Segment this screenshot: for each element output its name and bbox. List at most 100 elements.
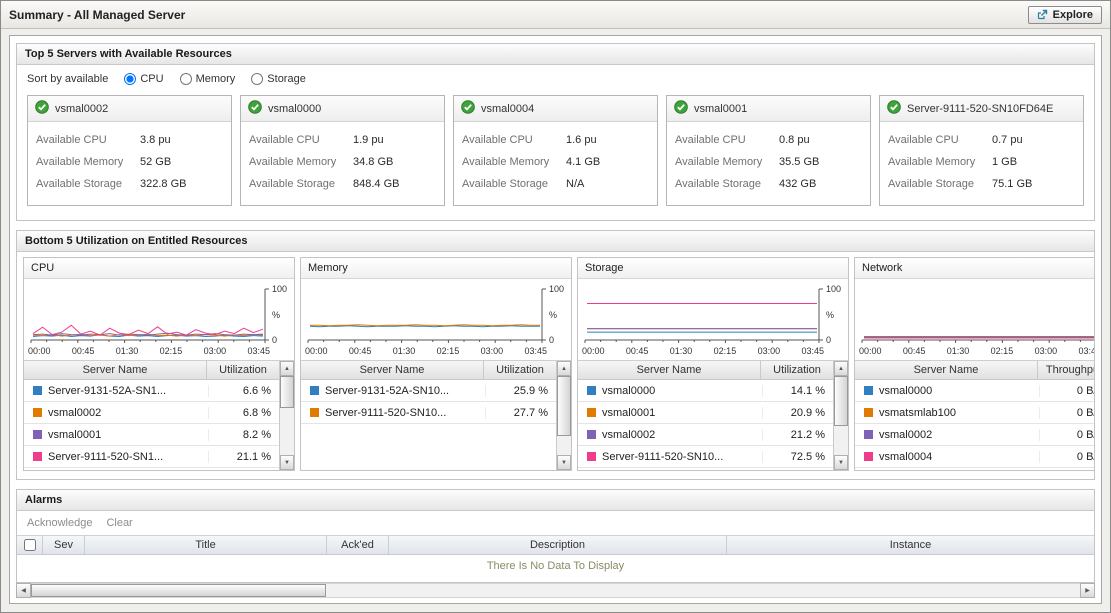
server-name-cell: vsmal0001 <box>48 429 209 441</box>
server-card[interactable]: Server-9111-520-SN10FD64E Available CPU0… <box>879 95 1084 206</box>
vertical-scrollbar[interactable]: ▲ ▼ <box>833 361 848 470</box>
scroll-down-button[interactable]: ▼ <box>834 455 848 470</box>
horizontal-scroll-track[interactable] <box>31 583 1080 598</box>
acknowledge-button[interactable]: Acknowledge <box>27 517 92 529</box>
server-name-cell: Server-9131-52A-SN1... <box>48 385 209 397</box>
server-card[interactable]: vsmal0004 Available CPU1.6 pu Available … <box>453 95 658 206</box>
x-tick-label: 03:00 <box>204 346 227 356</box>
legend-swatch <box>33 408 42 417</box>
sort-option-cpu-label: CPU <box>140 73 163 85</box>
legend-swatch <box>33 386 42 395</box>
resource-label: Available Storage <box>675 178 779 190</box>
server-name-cell: Server-9111-520-SN10... <box>325 407 486 419</box>
alarms-toolbar: Acknowledge Clear <box>17 511 1094 535</box>
scroll-up-button[interactable]: ▲ <box>834 361 848 376</box>
x-tick-label: 02:15 <box>991 346 1014 356</box>
horizontal-scrollbar-thumb[interactable] <box>31 584 326 597</box>
bottom5-panel-header: Bottom 5 Utilization on Entitled Resourc… <box>17 231 1094 252</box>
table-row[interactable]: vsmal00040 B/s <box>855 446 1094 468</box>
x-tick-label: 03:45 <box>247 346 270 356</box>
server-card[interactable]: vsmal0000 Available CPU1.9 pu Available … <box>240 95 445 206</box>
scrollbar-thumb[interactable] <box>834 376 848 426</box>
scrollbar-thumb[interactable] <box>280 376 294 408</box>
subpanel-network: Network 1 0 00:0000:4501:3002:1503:0003:… <box>854 257 1094 471</box>
x-tick-label: 00:45 <box>349 346 372 356</box>
table-row[interactable]: vsmal000120.9 % <box>578 402 833 424</box>
legend-swatch <box>864 430 873 439</box>
table-row[interactable]: vsmal00018.2 % <box>24 424 279 446</box>
status-ok-icon <box>461 100 475 117</box>
table-row[interactable]: vsmal00020 B/s <box>855 424 1094 446</box>
sort-option-memory[interactable]: Memory <box>180 73 236 85</box>
bottom5-panel: Bottom 5 Utilization on Entitled Resourc… <box>16 230 1095 480</box>
table-row[interactable]: Server-9111-520-SN10...72.5 % <box>578 446 833 468</box>
page-title: Summary - All Managed Server <box>9 8 185 22</box>
x-tick-label: 00:00 <box>305 346 328 356</box>
resource-value: 1.9 pu <box>353 134 384 146</box>
explore-icon <box>1037 9 1048 20</box>
sort-option-storage-label: Storage <box>267 73 306 85</box>
utilization-value: 72.5 % <box>763 451 833 463</box>
resource-value: 34.8 GB <box>353 156 393 168</box>
clear-button[interactable]: Clear <box>106 517 132 529</box>
server-name-cell: vsmatsmlab100 <box>879 407 1040 419</box>
resource-label: Available Memory <box>675 156 779 168</box>
server-name-cell: vsmal0002 <box>879 429 1040 441</box>
table-row[interactable]: Server-9131-52A-SN1...6.6 % <box>24 380 279 402</box>
explore-button[interactable]: Explore <box>1028 6 1102 24</box>
scroll-up-button[interactable]: ▲ <box>280 361 294 376</box>
resource-label: Available CPU <box>36 134 140 146</box>
storage-utilization-table: Server Name Utilization vsmal000014.1 % … <box>578 360 848 470</box>
legend-swatch <box>864 452 873 461</box>
app-window: Summary - All Managed Server Explore Top… <box>0 0 1111 613</box>
x-tick-label: 00:45 <box>626 346 649 356</box>
table-row[interactable]: vsmal00000 B/s <box>855 380 1094 402</box>
resource-value: 1.6 pu <box>566 134 597 146</box>
sort-by-label: Sort by available <box>27 73 108 85</box>
sort-radio-cpu[interactable] <box>124 73 136 85</box>
server-name-cell: vsmal0002 <box>48 407 209 419</box>
table-row[interactable]: vsmal00026.8 % <box>24 402 279 424</box>
scroll-down-button[interactable]: ▼ <box>557 455 571 470</box>
server-name: vsmal0004 <box>481 103 534 115</box>
network-throughput-table: Server Name Throughput vsmal00000 B/s vs… <box>855 360 1094 470</box>
vertical-scrollbar[interactable]: ▲ ▼ <box>556 361 571 470</box>
legend-swatch <box>587 386 596 395</box>
sort-radio-storage[interactable] <box>251 73 263 85</box>
sort-radio-memory[interactable] <box>180 73 192 85</box>
server-card[interactable]: vsmal0001 Available CPU0.8 pu Available … <box>666 95 871 206</box>
resource-label: Available Storage <box>249 178 353 190</box>
scroll-down-button[interactable]: ▼ <box>280 455 294 470</box>
x-axis-tick-labels: 00:0000:4501:3002:1503:0003:45 <box>859 345 1094 360</box>
table-row[interactable]: vsmal000014.1 % <box>578 380 833 402</box>
scroll-right-button[interactable]: ▶ <box>1080 583 1095 598</box>
y-axis-unit-label: % <box>826 311 844 320</box>
column-header-title: Title <box>85 536 327 554</box>
utilization-value: 6.6 % <box>209 385 279 397</box>
top5-panel: Top 5 Servers with Available Resources S… <box>16 43 1095 221</box>
server-name-cell: vsmal0002 <box>602 429 763 441</box>
x-tick-label: 00:45 <box>72 346 95 356</box>
resource-value: 52 GB <box>140 156 171 168</box>
server-card[interactable]: vsmal0002 Available CPU3.8 pu Available … <box>27 95 232 206</box>
table-row[interactable]: Server-9111-520-SN1...21.1 % <box>24 446 279 468</box>
scroll-left-button[interactable]: ◀ <box>16 583 31 598</box>
sort-option-storage[interactable]: Storage <box>251 73 306 85</box>
alarms-panel: Alarms Acknowledge Clear Sev Title Ack'e… <box>16 489 1095 583</box>
horizontal-scrollbar[interactable]: ◀ ▶ <box>16 583 1095 598</box>
column-header-server-name: Server Name <box>578 361 761 379</box>
scrollbar-thumb[interactable] <box>557 376 571 436</box>
scroll-up-button[interactable]: ▲ <box>557 361 571 376</box>
storage-utilization-chart: 100 % 0 00:0000:4501:3002:1503:0003:45 <box>578 279 848 360</box>
table-row[interactable]: vsmatsmlab1000 B/s <box>855 402 1094 424</box>
legend-swatch <box>33 452 42 461</box>
vertical-scrollbar[interactable]: ▲ ▼ <box>279 361 294 470</box>
table-row[interactable]: Server-9111-520-SN10...27.7 % <box>301 402 556 424</box>
column-header-acked: Ack'ed <box>327 536 389 554</box>
table-row[interactable]: vsmal000221.2 % <box>578 424 833 446</box>
subpanel-memory: Memory 100 % 0 00:0000:4501:3002:1503:00… <box>300 257 572 471</box>
select-all-checkbox[interactable] <box>24 539 36 551</box>
sort-option-cpu[interactable]: CPU <box>124 73 163 85</box>
table-row[interactable]: Server-9131-52A-SN10...25.9 % <box>301 380 556 402</box>
resource-value: 432 GB <box>779 178 816 190</box>
